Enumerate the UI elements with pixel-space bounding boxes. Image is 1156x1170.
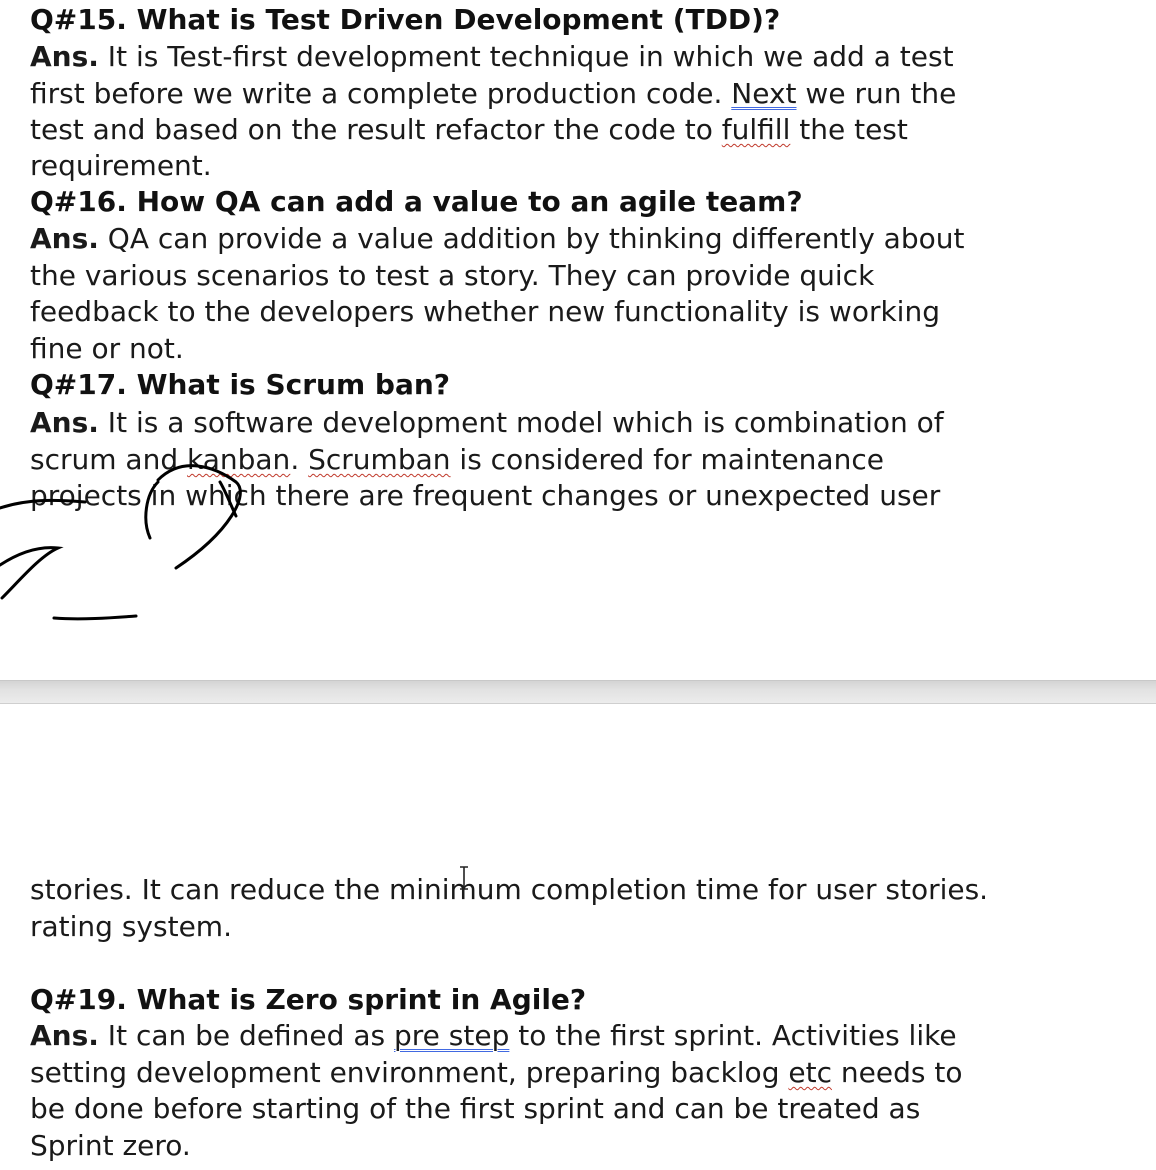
grammar-flag-word[interactable]: pre step: [394, 1019, 509, 1052]
answer-19-line-1: Ans. It can be defined as pre step to th…: [30, 1018, 957, 1054]
grammar-flag-word[interactable]: Next: [731, 77, 796, 110]
spelling-flag-word[interactable]: kanban: [187, 443, 290, 476]
answer-text: we run the: [796, 77, 957, 110]
answer-label: Ans.: [30, 1019, 99, 1052]
answer-19-line-2: setting development environment, prepari…: [30, 1055, 962, 1091]
text-cursor-icon: [460, 866, 468, 890]
answer-label: Ans.: [30, 40, 99, 73]
question-heading-15: Q#15. What is Test Driven Development (T…: [30, 3, 781, 36]
spelling-flag-word[interactable]: etc: [788, 1056, 832, 1089]
answer-text: is considered for maintenance: [450, 443, 884, 476]
answer-17-line-1: Ans. It is a software development model …: [30, 405, 944, 441]
answer-text: It is a software development model which…: [98, 406, 944, 439]
answer-16-line-3: feedback to the developers whether new f…: [30, 295, 940, 328]
answer-text: QA can provide a value addition by think…: [98, 222, 965, 255]
answer-text: first before we write a complete product…: [30, 77, 732, 110]
answer-15-line-1: Ans. It is Test-first development techni…: [30, 39, 954, 75]
answer-text: to the first sprint. Activities like: [509, 1019, 957, 1052]
answer-15-line-4: requirement.: [30, 149, 212, 182]
answer-text: test and based on the result refactor th…: [30, 113, 722, 146]
document-page-1: Q#15. What is Test Driven Development (T…: [0, 0, 1156, 680]
question-heading-16: Q#16. How QA can add a value to an agile…: [30, 185, 803, 218]
answer-text: setting development environment, prepari…: [30, 1056, 789, 1089]
answer-15-line-3: test and based on the result refactor th…: [30, 112, 908, 148]
answer-text: needs to: [831, 1056, 963, 1089]
answer-19-line-4: Sprint zero.: [30, 1129, 191, 1162]
question-heading-19: Q#19. What is Zero sprint in Agile?: [30, 983, 587, 1016]
answer-19-line-3: be done before starting of the first spr…: [30, 1092, 921, 1125]
spelling-flag-word[interactable]: Scrumban: [308, 443, 450, 476]
spelling-flag-word[interactable]: fulfill: [722, 113, 791, 146]
answer-text: scrum and: [30, 443, 187, 476]
answer-text: .: [290, 443, 309, 476]
answer-15-line-2: first before we write a complete product…: [30, 76, 956, 112]
continued-text-line-1: stories. It can reduce the minimum compl…: [30, 873, 989, 906]
answer-text: It is Test-first development technique i…: [98, 40, 954, 73]
answer-16-line-1: Ans. QA can provide a value addition by …: [30, 221, 964, 257]
answer-16-line-4: fine or not.: [30, 332, 184, 365]
answer-label: Ans.: [30, 406, 99, 439]
document-page-2: stories. It can reduce the minimum compl…: [0, 704, 1156, 1170]
question-heading-17: Q#17. What is Scrum ban?: [30, 368, 451, 401]
answer-16-line-2: the various scenarios to test a story. T…: [30, 259, 875, 292]
answer-17-line-3: projects in which there are frequent cha…: [30, 479, 941, 512]
answer-17-line-2: scrum and kanban. Scrumban is considered…: [30, 442, 884, 478]
page-separator: [0, 680, 1156, 704]
answer-text: It can be defined as: [98, 1019, 394, 1052]
answer-label: Ans.: [30, 222, 99, 255]
answer-text: the test: [790, 113, 908, 146]
continued-text-line-2: rating system.: [30, 910, 232, 943]
